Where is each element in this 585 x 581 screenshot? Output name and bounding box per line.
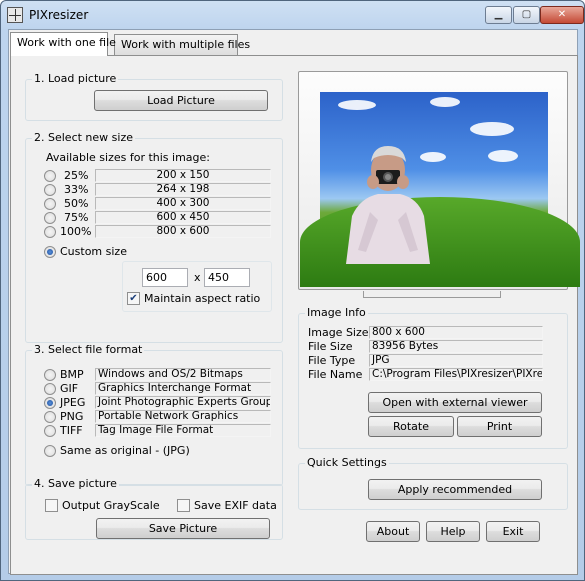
select-size-group: 2. Select new size Available sizes for t… [25,131,283,343]
aspect-ratio-label: Maintain aspect ratio [144,292,261,305]
info-label-name: File Name [308,368,363,381]
size-radio-25[interactable] [44,170,56,182]
app-icon [7,7,23,23]
size-x-label: x [194,271,201,284]
format-radio-bmp[interactable] [44,369,56,381]
image-info-title: Image Info [305,306,368,319]
maximize-button[interactable]: ▢ [513,6,540,24]
tab-one-file[interactable]: Work with one file [10,32,116,56]
tab-panel: 1. Load picture Load Picture 2. Select n… [10,55,580,575]
about-button[interactable]: About [366,521,420,542]
size-pct-75: 75% [64,211,89,224]
file-format-title: 3. Select file format [32,343,145,356]
image-info-group: Image Info Image Size 800 x 600 File Siz… [298,306,568,449]
load-picture-title: 1. Load picture [32,72,119,85]
size-pct-50: 50% [64,197,89,210]
title-bar[interactable]: PIXresizer ▁ ▢ ✕ [1,1,584,29]
minimize-button[interactable]: ▁ [485,6,512,24]
info-label-size: Image Size [308,326,369,339]
size-dims-33: 264 x 198 [95,183,271,196]
size-pct-100: 100% [60,225,92,238]
size-radio-50[interactable] [44,198,56,210]
format-radio-jpeg[interactable] [44,397,56,409]
info-value-name: C:\Program Files\PIXresizer\PIXresiz [369,368,543,381]
custom-size-radio[interactable] [44,246,56,258]
grayscale-label: Output GrayScale [62,499,160,512]
info-value-filesize: 83956 Bytes [369,340,543,353]
format-ext-jpeg: JPEG [60,396,86,409]
format-ext-tiff: TIFF [60,424,83,437]
close-button[interactable]: ✕ [540,6,584,24]
save-picture-title: 4. Save picture [32,477,119,490]
size-pct-25: 25% [64,169,89,182]
custom-size-label: Custom size [60,245,127,258]
load-picture-group: 1. Load picture Load Picture [25,72,283,121]
format-radio-tiff[interactable] [44,425,56,437]
size-dims-75: 600 x 450 [95,211,271,224]
size-radio-75[interactable] [44,212,56,224]
format-desc-gif: Graphics Interchange Format [95,382,271,395]
format-radio-png[interactable] [44,411,56,423]
size-pct-33: 33% [64,183,89,196]
file-format-group: 3. Select file format BMP Windows and OS… [25,343,283,486]
quick-settings-group: Quick Settings Apply recommended [298,456,568,510]
size-radio-100[interactable] [44,226,56,238]
save-picture-button[interactable]: Save Picture [96,518,270,539]
cloud [430,97,460,107]
info-label-type: File Type [308,354,356,367]
size-dims-50: 400 x 300 [95,197,271,210]
tab-multiple-files[interactable]: Work with multiple files [114,34,250,56]
preview-frame [298,71,580,290]
apply-recommended-button[interactable]: Apply recommended [368,479,542,500]
client-area: Work with one file Work with multiple fi… [8,29,580,575]
format-desc-jpeg: Joint Photographic Experts Group [95,396,271,409]
format-ext-gif: GIF [60,382,79,395]
size-dims-25: 200 x 150 [95,169,271,182]
custom-size-box: 600 x 450 ✔ Maintain aspect ratio [122,261,272,312]
exit-button[interactable]: Exit [486,521,540,542]
format-desc-bmp: Windows and OS/2 Bitmaps [95,368,271,381]
exif-label: Save EXIF data [194,499,277,512]
height-input[interactable]: 450 [204,268,250,287]
cloud [488,150,518,162]
window-title: PIXresizer [29,8,89,22]
format-same-label: Same as original - (JPG) [60,444,190,457]
monitor-stand [363,291,501,298]
width-input[interactable]: 600 [142,268,188,287]
load-picture-button[interactable]: Load Picture [94,90,268,111]
quick-settings-title: Quick Settings [305,456,389,469]
print-button[interactable]: Print [457,416,542,437]
cloud [470,122,514,136]
format-ext-png: PNG [60,410,84,423]
size-radio-33[interactable] [44,184,56,196]
size-dims-100: 800 x 600 [95,225,271,238]
available-sizes-label: Available sizes for this image: [46,151,211,164]
app-window: PIXresizer ▁ ▢ ✕ Work with one file Work… [0,0,585,581]
exif-checkbox[interactable] [177,499,190,512]
format-radio-same[interactable] [44,445,56,457]
info-label-filesize: File Size [308,340,353,353]
cloud [338,100,376,110]
info-value-size: 800 x 600 [369,326,543,339]
select-size-title: 2. Select new size [32,131,135,144]
format-desc-png: Portable Network Graphics [95,410,271,423]
save-picture-group: 4. Save picture Output GrayScale Save EX… [25,477,283,540]
rotate-button[interactable]: Rotate [368,416,454,437]
format-desc-tiff: Tag Image File Format [95,424,271,437]
info-value-type: JPG [369,354,543,367]
help-button[interactable]: Help [426,521,480,542]
aspect-ratio-checkbox[interactable]: ✔ [127,292,140,305]
photographer-figure [346,146,430,264]
format-radio-gif[interactable] [44,383,56,395]
preview-image [300,92,580,287]
grayscale-checkbox[interactable] [45,499,58,512]
format-ext-bmp: BMP [60,368,84,381]
open-external-viewer-button[interactable]: Open with external viewer [368,392,542,413]
